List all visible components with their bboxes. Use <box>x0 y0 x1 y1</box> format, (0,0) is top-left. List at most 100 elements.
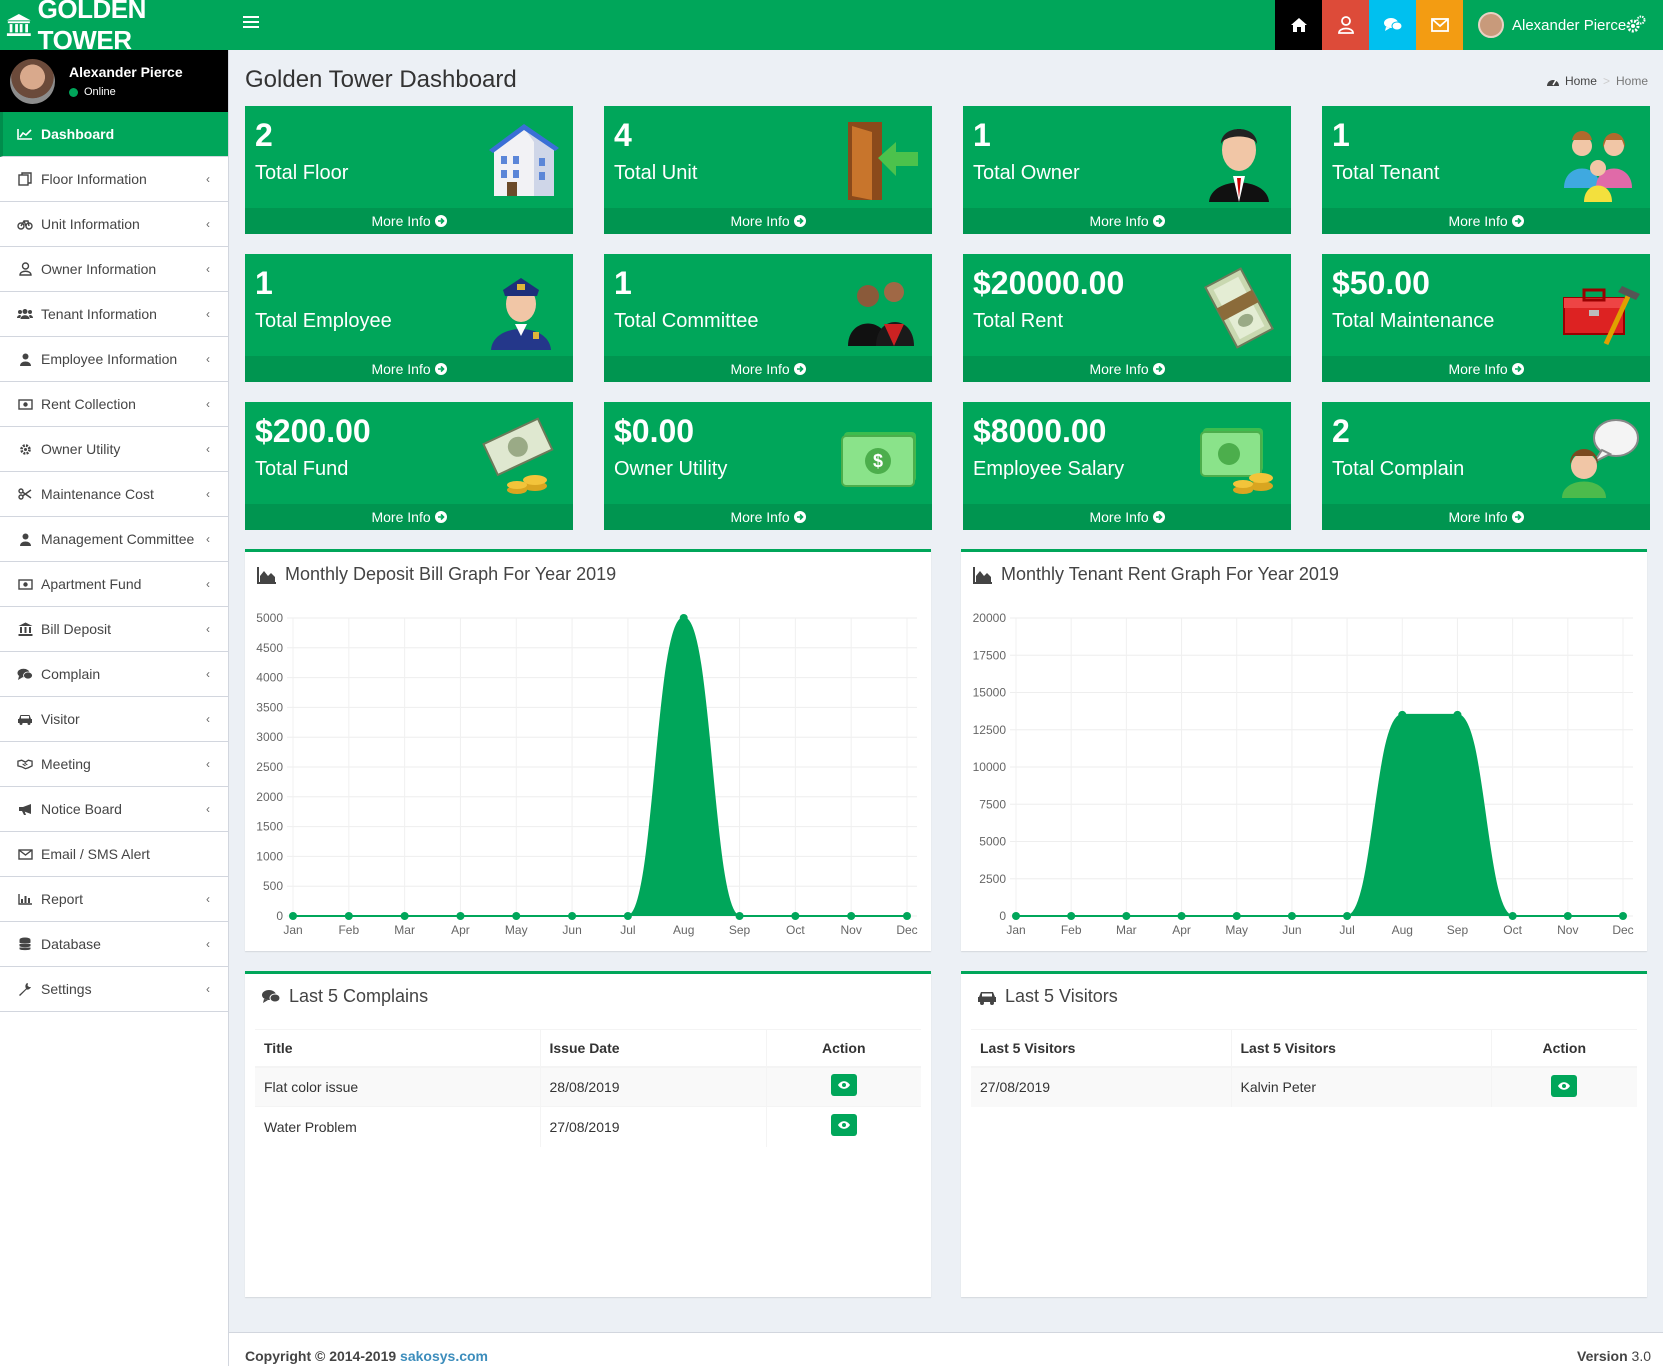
more-info-link[interactable]: More Info <box>604 208 932 234</box>
sidebar-item-employee-information[interactable]: Employee Information ‹ <box>0 337 228 382</box>
x-tick-label: Oct <box>786 923 805 937</box>
bullhorn-icon <box>17 802 33 816</box>
user-status: Online <box>69 86 183 98</box>
sidebar-item-label: Notice Board <box>41 801 122 817</box>
view-button[interactable] <box>1551 1074 1578 1097</box>
sidebar-item-unit-information[interactable]: Unit Information ‹ <box>0 202 228 247</box>
info-box-value: 1 <box>614 265 632 301</box>
sidebar-item-bill-deposit[interactable]: Bill Deposit ‹ <box>0 607 228 652</box>
x-tick-label: May <box>1225 923 1248 937</box>
view-button[interactable] <box>830 1114 857 1137</box>
action-cell <box>766 1106 921 1147</box>
arrow-circle-right-icon <box>434 511 447 523</box>
sidebar-item-label: Employee Information <box>41 351 178 367</box>
comments-icon <box>262 989 281 1003</box>
sidebar-item-meeting[interactable]: Meeting ‹ <box>0 742 228 787</box>
bicycle-icon <box>17 217 33 231</box>
logo[interactable]: GOLDEN TOWER <box>0 0 229 55</box>
building-icon <box>479 118 563 202</box>
nav-user-button[interactable] <box>1322 0 1369 50</box>
data-point <box>1177 912 1186 920</box>
view-button[interactable] <box>830 1074 857 1097</box>
nav-user-name: Alexander Pierce <box>1512 16 1627 34</box>
sidebar-item-label: Unit Information <box>41 216 140 232</box>
breadcrumb-current: Home <box>1615 74 1648 88</box>
chevron-left-icon: ‹ <box>206 352 210 366</box>
more-info-link[interactable]: More Info <box>1322 356 1650 382</box>
data-point <box>1232 912 1241 920</box>
visitors-title: Last 5 Visitors <box>977 986 1118 1007</box>
sidebar-item-owner-information[interactable]: Owner Information ‹ <box>0 247 228 292</box>
data-point <box>456 912 465 920</box>
vendor-link[interactable]: sakosys.com <box>400 1348 488 1364</box>
info-box-value: $0.00 <box>614 413 695 449</box>
info-box-value: $200.00 <box>255 413 371 449</box>
nav-messages-button[interactable] <box>1369 0 1416 50</box>
info-box-label: Total Floor <box>255 162 349 184</box>
sidebar-item-report[interactable]: Report ‹ <box>0 877 228 922</box>
eye-icon <box>837 1081 850 1089</box>
data-point <box>1122 912 1131 920</box>
y-tick-label: 7500 <box>979 797 1006 811</box>
sidebar-item-label: Floor Information <box>41 171 147 187</box>
y-tick-label: 15000 <box>973 686 1007 700</box>
nav-mail-button[interactable] <box>1416 0 1463 50</box>
complains-title: Last 5 Complains <box>261 986 428 1007</box>
x-tick-label: Feb <box>1061 923 1082 937</box>
sidebar-item-floor-information[interactable]: Floor Information ‹ <box>0 157 228 202</box>
nav-user-menu[interactable]: Alexander Pierce <box>1464 0 1642 50</box>
table-row: 27/08/2019 Kalvin Peter <box>971 1066 1637 1107</box>
more-info-link[interactable]: More Info <box>963 504 1291 530</box>
x-tick-label: Mar <box>394 923 415 937</box>
sidebar-item-owner-utility[interactable]: Owner Utility ‹ <box>0 427 228 472</box>
sidebar-item-apartment-fund[interactable]: Apartment Fund ‹ <box>0 562 228 607</box>
info-box-label: Total Maintenance <box>1332 310 1495 332</box>
sidebar-item-notice-board[interactable]: Notice Board ‹ <box>0 787 228 832</box>
sidebar-item-visitor[interactable]: Visitor ‹ <box>0 697 228 742</box>
data-point <box>623 912 632 920</box>
more-info-link[interactable]: More Info <box>245 504 573 530</box>
sidebar-item-settings[interactable]: Settings ‹ <box>0 967 228 1012</box>
user-icon <box>17 352 33 366</box>
green-money-icon: $ <box>838 414 922 498</box>
sidebar-toggle-button[interactable] <box>243 16 259 32</box>
info-box-value: $20000.00 <box>973 265 1125 301</box>
data-point <box>289 912 297 920</box>
y-tick-label: 17500 <box>973 648 1007 662</box>
more-info-link[interactable]: More Info <box>245 356 573 382</box>
sidebar-item-email-sms-alert[interactable]: Email / SMS Alert <box>0 832 228 877</box>
sidebar-item-complain[interactable]: Complain ‹ <box>0 652 228 697</box>
sidebar-item-database[interactable]: Database ‹ <box>0 922 228 967</box>
sidebar-item-management-committee[interactable]: Management Committee ‹ <box>0 517 228 562</box>
col-action: Action <box>766 1029 921 1068</box>
more-info-link[interactable]: More Info <box>963 356 1291 382</box>
sidebar-item-label: Email / SMS Alert <box>41 846 150 862</box>
chevron-left-icon: ‹ <box>206 262 210 276</box>
sidebar-item-tenant-information[interactable]: Tenant Information ‹ <box>0 292 228 337</box>
sidebar-item-rent-collection[interactable]: Rent Collection ‹ <box>0 382 228 427</box>
info-box-total-owner: 1 Total Owner More Info <box>963 106 1291 234</box>
gears-icon[interactable] <box>1625 15 1647 35</box>
sidebar-item-maintenance-cost[interactable]: Maintenance Cost ‹ <box>0 472 228 517</box>
sidebar-item-label: Report <box>41 891 84 907</box>
y-tick-label: 2000 <box>256 790 283 804</box>
sidebar-item-dashboard[interactable]: Dashboard <box>0 112 228 157</box>
more-info-link[interactable]: More Info <box>604 356 932 382</box>
more-info-link[interactable]: More Info <box>245 208 573 234</box>
breadcrumb-home-link[interactable]: Home <box>1565 74 1597 88</box>
data-point <box>568 912 577 920</box>
more-info-link[interactable]: More Info <box>963 208 1291 234</box>
y-tick-label: 12500 <box>973 723 1007 737</box>
comments-icon <box>1383 18 1402 31</box>
more-info-link[interactable]: More Info <box>604 504 932 530</box>
chevron-left-icon: ‹ <box>206 802 210 816</box>
chevron-left-icon: ‹ <box>206 667 210 681</box>
info-box-total-committee: 1 Total Committee More Info <box>604 254 932 382</box>
more-info-link[interactable]: More Info <box>1322 504 1650 530</box>
more-info-link[interactable]: More Info <box>1322 208 1650 234</box>
nav-home-button[interactable] <box>1275 0 1322 50</box>
data-point <box>903 912 911 920</box>
y-tick-label: 0 <box>999 909 1006 923</box>
x-tick-label: Jan <box>283 923 302 937</box>
chevron-left-icon: ‹ <box>206 442 210 456</box>
